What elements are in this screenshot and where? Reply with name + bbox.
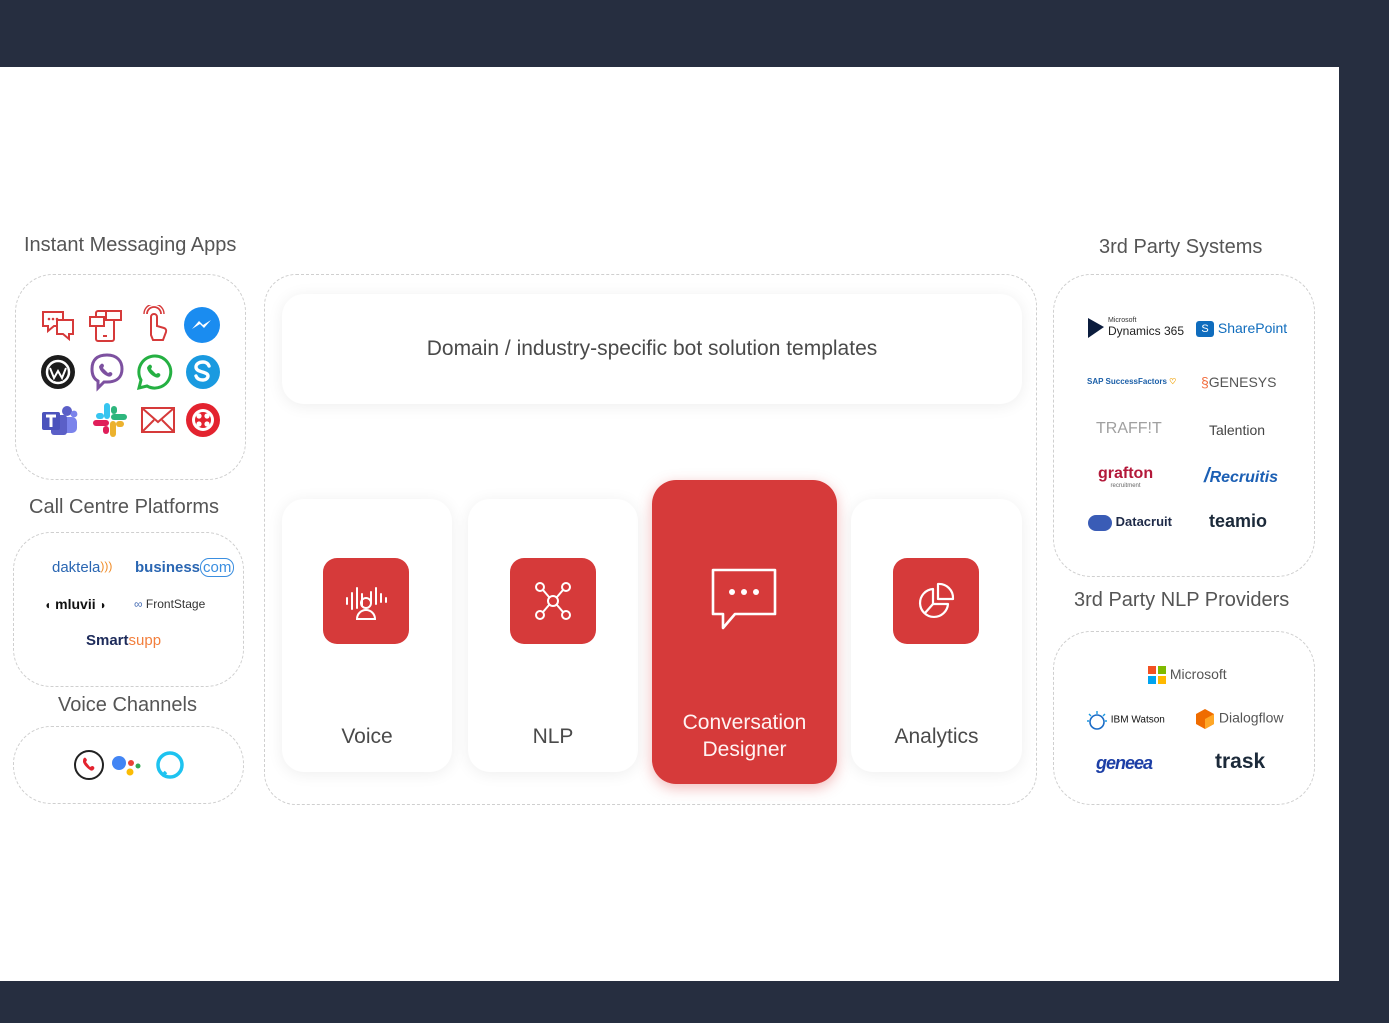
voice-module-icon-tile [323, 558, 409, 644]
slack-icon [93, 403, 127, 437]
teams-icon [42, 406, 78, 435]
third-party-systems-box: Microsoft Dynamics 365 S SharePoint SAP … [1053, 274, 1315, 577]
twilio-icon [186, 403, 220, 437]
workplace-icon [41, 355, 75, 389]
templates-card: Domain / industry-specific bot solution … [282, 294, 1022, 404]
chat-bubbles-icon [42, 311, 74, 342]
touch-hand-icon [143, 305, 168, 341]
voice-channels-title: Voice Channels [58, 694, 197, 716]
datacruit-logo: Datacruit [1088, 514, 1172, 531]
dialogflow-icon [1196, 709, 1214, 729]
skype-icon [186, 355, 220, 389]
watson-icon [1087, 711, 1107, 730]
messenger-icon [184, 307, 220, 343]
diagram-canvas: Instant Messaging Apps Call Centre Platf… [0, 67, 1339, 981]
instant-messaging-title: Instant Messaging Apps [24, 234, 237, 256]
viber-icon [90, 353, 124, 392]
genesys-logo: §GENESYS [1201, 374, 1277, 390]
nlp-providers-title: 3rd Party NLP Providers [1074, 589, 1290, 611]
nlp-module-label: NLP [532, 725, 574, 748]
nlp-module-card[interactable]: NLP [468, 499, 638, 772]
network-nodes-icon [535, 582, 571, 620]
pie-chart-icon [918, 582, 955, 619]
instant-messaging-box [15, 274, 246, 480]
sharepoint-logo: S SharePoint [1196, 320, 1287, 338]
email-icon [141, 407, 175, 433]
traffit-logo: TRAFF!T [1096, 420, 1162, 437]
dialogflow-logo: Dialogflow [1195, 708, 1283, 730]
call-centre-box: daktela))) business com ◖ mluvii ◗ ∞ Fron… [13, 532, 244, 687]
alexa-icon [156, 751, 184, 779]
nlp-module-icon-tile [510, 558, 596, 644]
analytics-module-label: Analytics [894, 725, 979, 748]
voice-assistant-icon [346, 587, 387, 620]
teamio-logo: teamio [1209, 511, 1268, 531]
chat-dots-icon [711, 568, 777, 630]
trask-logo: trask [1215, 750, 1266, 773]
talention-logo: Talention [1209, 422, 1266, 438]
phone-call-icon [74, 750, 104, 780]
call-centre-title: Call Centre Platforms [29, 496, 220, 518]
conversation-designer-label: Conversation Designer [682, 711, 807, 761]
mobile-chat-icon [89, 310, 122, 342]
microsoft-windows-icon [1148, 666, 1166, 685]
google-assistant-icon [112, 756, 141, 776]
conversation-designer-card[interactable]: Conversation Designer [652, 480, 837, 784]
sap-successfactors-logo: SAP SuccessFactors ♡ [1087, 377, 1177, 386]
dynamics-icon [1088, 318, 1104, 338]
voice-channels-box [13, 726, 244, 804]
recruitis-logo: /Recruitis [1204, 465, 1279, 487]
third-party-systems-title: 3rd Party Systems [1099, 236, 1263, 258]
businesscom-logo: business com [135, 558, 235, 577]
analytics-module-icon-tile [893, 558, 979, 644]
voice-module-label: Voice [341, 725, 393, 748]
frontstage-logo: ∞ FrontStage [134, 597, 206, 611]
ibm-watson-logo: IBM Watson [1086, 710, 1165, 730]
nlp-providers-box: Microsoft IBM Watson Dialogflow geneea t… [1053, 631, 1315, 805]
analytics-module-card[interactable]: Analytics [851, 499, 1022, 772]
geneea-logo: geneea [1096, 753, 1153, 773]
daktela-logo: daktela))) [52, 559, 113, 576]
smartsupp-logo: Smartsupp [86, 632, 162, 649]
microsoft-logo: Microsoft [1148, 666, 1227, 685]
voice-module-card[interactable]: Voice [282, 499, 452, 772]
grafton-logo: grafton recruitment [1098, 465, 1154, 489]
mluvii-logo: ◖ mluvii ◗ [44, 596, 107, 612]
whatsapp-icon [136, 354, 173, 391]
